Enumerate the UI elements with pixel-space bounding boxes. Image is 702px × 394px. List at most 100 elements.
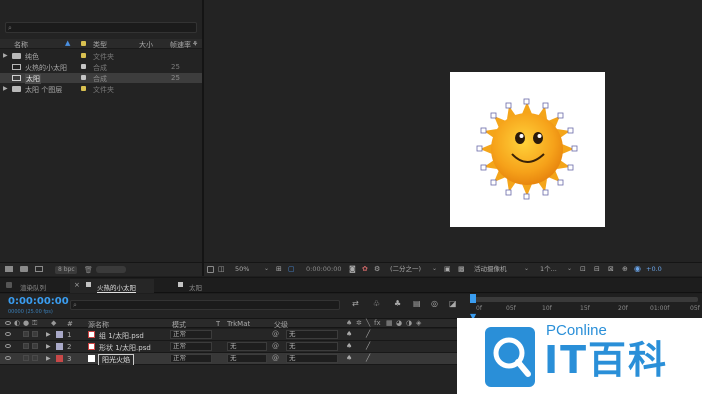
exposure-icon[interactable]: ◉: [634, 264, 641, 273]
motion-blur-col-icon[interactable]: ◕: [396, 319, 402, 327]
layer-name[interactable]: 形状 1/太阳.psd: [99, 343, 151, 353]
item-label-swatch[interactable]: [81, 86, 86, 91]
expand-arrow-icon[interactable]: ▶: [46, 343, 51, 350]
layer-trkmat-select[interactable]: 无: [227, 354, 267, 363]
expand-arrow-icon[interactable]: ▶: [46, 331, 51, 338]
timeline-icon[interactable]: ⊟: [594, 265, 600, 273]
layer-mode-select[interactable]: 正常: [170, 354, 212, 363]
bpc-button[interactable]: 8 bpc: [55, 266, 77, 274]
eye-icon[interactable]: [5, 356, 11, 360]
flowchart-icon[interactable]: ⚘: [192, 40, 198, 48]
new-folder-icon[interactable]: [20, 266, 28, 272]
expand-arrow-icon[interactable]: ▶: [46, 355, 51, 362]
shy-switch-icon[interactable]: ♠: [346, 330, 352, 338]
solo-toggle[interactable]: [23, 355, 29, 361]
audio-icon[interactable]: ◐: [14, 319, 20, 327]
column-type[interactable]: 类型: [93, 40, 107, 50]
lock-toggle[interactable]: [32, 355, 38, 361]
item-label-swatch[interactable]: [81, 75, 86, 80]
transparency-grid-icon[interactable]: ▩: [458, 265, 465, 273]
shy-layers-icon[interactable]: ♣: [394, 299, 401, 308]
project-item[interactable]: 火热的小太阳 合成 25: [0, 62, 202, 72]
region-icon[interactable]: ◫: [218, 265, 225, 273]
layer-parent-select[interactable]: 无: [286, 342, 338, 351]
shy-icon[interactable]: ♠: [346, 319, 352, 327]
reset-exposure-icon[interactable]: ⊕: [622, 265, 628, 273]
zoom-select[interactable]: 50%: [235, 265, 249, 274]
3d-layer-icon[interactable]: ◈: [416, 319, 421, 327]
composition-canvas[interactable]: [450, 72, 605, 227]
pickwhip-icon[interactable]: @: [272, 342, 279, 350]
chevron-down-icon[interactable]: ⌄: [524, 265, 529, 272]
column-t[interactable]: T: [216, 320, 220, 328]
fast-preview-icon[interactable]: ⊡: [580, 265, 586, 273]
layer-label-color[interactable]: [56, 355, 63, 362]
layer-mode-select[interactable]: 正常: [170, 330, 212, 339]
solo-toggle[interactable]: [23, 331, 29, 337]
camera-icon[interactable]: ◙: [349, 265, 356, 273]
viewer-timecode[interactable]: 0:00:00:00: [306, 265, 342, 274]
work-area-start-handle[interactable]: [470, 294, 476, 303]
adjustment-icon[interactable]: ◑: [406, 319, 412, 327]
close-icon[interactable]: [6, 282, 12, 288]
current-time[interactable]: 0:00:00:00: [8, 296, 69, 307]
collapse-icon[interactable]: ✲: [356, 319, 362, 327]
tab-comp-main[interactable]: 火热的小太阳: [97, 282, 136, 293]
project-item[interactable]: ▶ 太阳 个图层 文件夹: [0, 84, 202, 94]
item-label-swatch[interactable]: [81, 53, 86, 58]
project-item-selected[interactable]: 太阳 合成 25: [0, 73, 202, 84]
resolution-select[interactable]: (二分之一): [390, 265, 421, 274]
mask-visibility-icon[interactable]: ▢: [288, 265, 295, 273]
new-composition-icon[interactable]: [35, 266, 43, 272]
time-ruler[interactable]: 0f 05f 10f 15f 20f 01:00f 05f ▼: [470, 294, 702, 321]
fx-icon[interactable]: fx: [374, 319, 381, 327]
quality-switch-icon[interactable]: ╱: [366, 342, 370, 350]
chevron-down-icon[interactable]: ⌄: [567, 265, 572, 272]
lock-icon[interactable]: ⚿: [32, 319, 37, 328]
lock-toggle[interactable]: [32, 343, 38, 349]
column-trkmat[interactable]: TrkMat: [227, 320, 250, 328]
label-column-icon[interactable]: [81, 41, 86, 46]
delete-icon[interactable]: 🗑: [84, 266, 93, 274]
layer-search-input[interactable]: ⌕: [70, 300, 340, 310]
frame-blend-icon[interactable]: ▦: [386, 319, 393, 327]
layer-row[interactable]: ▶ 1 组 1/太阳.psd 正常 @ 无 ♠ ╱: [0, 329, 470, 341]
layer-name[interactable]: 组 1/太阳.psd: [99, 331, 144, 341]
preview-icon[interactable]: [207, 266, 214, 273]
tab-render-queue[interactable]: 渲染队列: [20, 282, 46, 292]
eye-icon[interactable]: [5, 332, 11, 336]
layer-row-selected[interactable]: ▶ 3 阳光火焰 正常 无 @ 无 ♠ ╱: [0, 353, 470, 366]
color-channel-icon[interactable]: ✿: [362, 265, 368, 273]
sun-artwork[interactable]: [450, 72, 605, 227]
camera-select[interactable]: 活动摄像机: [474, 265, 507, 274]
shy-switch-icon[interactable]: ♠: [346, 354, 352, 362]
interpret-footage-icon[interactable]: [5, 266, 13, 272]
layer-trkmat-select[interactable]: 无: [227, 342, 267, 351]
grid-icon[interactable]: ⊞: [276, 265, 282, 273]
column-name[interactable]: 名称: [14, 40, 28, 50]
pickwhip-icon[interactable]: @: [272, 354, 279, 362]
layer-mode-select[interactable]: 正常: [170, 342, 212, 351]
draft-3d-icon[interactable]: ♧: [373, 299, 380, 308]
layer-parent-select[interactable]: 无: [286, 354, 338, 363]
thumbnail-slider[interactable]: [96, 266, 126, 273]
column-size[interactable]: 大小: [139, 40, 153, 50]
expand-arrow-icon[interactable]: ▶: [3, 52, 8, 59]
item-label-swatch[interactable]: [81, 64, 86, 69]
quality-switch-icon[interactable]: ╱: [366, 354, 370, 362]
video-toggle-icon[interactable]: [5, 321, 11, 325]
quality-switch-icon[interactable]: ╱: [366, 330, 370, 338]
quality-icon[interactable]: ╲: [366, 319, 370, 327]
column-fps[interactable]: 帧速率: [170, 40, 191, 50]
solo-icon[interactable]: ●: [23, 319, 29, 327]
layer-label-color[interactable]: [56, 343, 63, 350]
exposure-value[interactable]: +0.0: [646, 265, 662, 274]
project-item[interactable]: ▶ 纯色 文件夹: [0, 51, 202, 61]
tab-comp-sun[interactable]: 太阳: [189, 282, 202, 292]
chevron-down-icon[interactable]: ⌄: [432, 265, 437, 272]
layer-row[interactable]: ▶ 2 形状 1/太阳.psd 正常 无 @ 无 ♠ ╱: [0, 341, 470, 353]
panel-divider[interactable]: [202, 0, 204, 276]
expand-arrow-icon[interactable]: ▶: [3, 85, 8, 92]
views-select[interactable]: 1个...: [540, 265, 557, 274]
layer-label-color[interactable]: [56, 331, 63, 338]
